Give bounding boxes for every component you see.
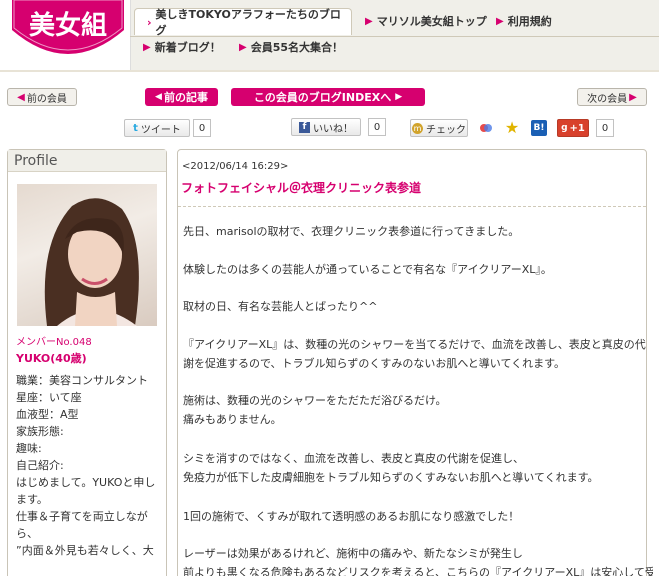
next-member-label: 次の会員 [587, 93, 628, 105]
article-paragraph: 先日、marisolの取材で、衣理クリニック表参道に行ってきました。 [183, 225, 520, 238]
member-name[interactable]: YUKO(40歳) [16, 350, 158, 367]
arrow-icon: ▶ [239, 41, 247, 53]
prev-article-label: 前の記事 [163, 91, 208, 104]
twitter-icon: t [133, 122, 138, 134]
profile-line: 星座：いて座 [16, 391, 82, 404]
like-label: いいね！ [313, 123, 353, 135]
profile-line: ”内面＆外見も若々しく、大 [16, 544, 154, 557]
nav-link-terms[interactable]: ▶ 利用規約 [496, 11, 552, 31]
article-title[interactable]: フォトフェイシャル＠衣理クリニック表参道 [181, 179, 421, 196]
article-date: <2012/06/14 16:29> [182, 161, 289, 172]
avatar [17, 184, 157, 326]
article-divider [178, 206, 646, 207]
nav-link-members[interactable]: ▶ 会員55名大集合！ [239, 37, 343, 57]
profile-line: 職業：美容コンサルタント [16, 374, 148, 387]
facebook-icon: f [299, 121, 310, 133]
article-paragraph: レーザーは効果があるけれど、施術中の痛みや、新たなシミが発生し [183, 547, 523, 560]
arrow-icon: ▶ [365, 15, 373, 27]
profile-line: ら、 [16, 527, 38, 540]
article-paragraph: 施術は、数種の光のシャワーをただただ浴びるだけ。 [183, 394, 447, 407]
profile-line: 自己紹介: [16, 459, 64, 472]
tweet-button[interactable]: t ツイート [124, 119, 190, 137]
nav-terms-label: 利用規約 [507, 15, 552, 28]
profile-line: 血液型：A型 [16, 408, 79, 421]
article-paragraph: 取材の日、有名な芸能人とばったり^^ [183, 300, 378, 313]
article-paragraph: 免疫力が低下した皮膚細胞をトラブル知らずのくすみないお肌へと導いてくれます。 [183, 471, 599, 484]
profile-line: 仕事＆子育てを両立しなが [16, 510, 148, 523]
triangle-right-icon: ▶ [629, 91, 637, 103]
article-paragraph: 前よりも黒くなる危険もあるなどリスクを考えると、こちらの『アイクリアーXL』は安… [183, 566, 653, 576]
hatena-bookmark-icon[interactable]: B! [531, 120, 547, 136]
gplus-count: 0 [596, 119, 614, 137]
check-label: チェック [426, 124, 466, 136]
triangle-right-icon: ▶ [395, 92, 403, 102]
nav-link-new-blogs[interactable]: ▶ 新着ブログ！ [143, 37, 221, 57]
facebook-like-button[interactable]: f いいね！ [291, 118, 361, 136]
mixi-icon: m [412, 122, 423, 134]
arrow-icon: ▶ [143, 41, 151, 53]
star-icon[interactable]: ★ [503, 118, 521, 137]
blog-index-button[interactable]: この会員のブログINDEXへ ▶ [231, 88, 425, 106]
mixi-check-button[interactable]: m チェック [410, 119, 468, 137]
article-paragraph: 痛みもありません。 [183, 413, 282, 426]
gplus-label: +1 [569, 122, 585, 134]
prev-member-label: 前の会員 [26, 93, 67, 105]
next-member-button[interactable]: 次の会員 ▶ [577, 88, 647, 106]
google-plus-icon: g [561, 123, 568, 133]
article-paragraph: シミを消すのではなく、血流を改善し、表皮と真皮の代謝を促進し、 [183, 452, 524, 465]
article-paragraph: 1回の施術で、くすみが取れて透明感のあるお肌になり感激でした！ [183, 510, 520, 523]
nav-new-label: 新着ブログ！ [154, 41, 221, 54]
site-logo[interactable]: 美女組 [8, 0, 128, 64]
header-divider [0, 70, 659, 72]
profile-line: ます。 [16, 493, 48, 506]
chevron-right-icon: › [147, 15, 152, 29]
nav-link-top[interactable]: ▶ マリソル美女組トップ [365, 11, 487, 31]
prev-member-button[interactable]: ◀ 前の会員 [7, 88, 77, 106]
triangle-left-icon: ◀ [155, 92, 162, 102]
profile-line: 趣味: [16, 442, 42, 455]
arrow-icon: ▶ [496, 15, 504, 27]
tab-blog-label: 美しきTOKYOアラフォーたちのブログ [155, 8, 341, 37]
member-number: メンバーNo.048 [16, 337, 92, 348]
tweet-label: ツイート [140, 124, 181, 136]
google-plus-button[interactable]: g +1 [557, 119, 589, 137]
tab-blog[interactable]: › 美しきTOKYOアラフォーたちのブログ [134, 8, 352, 37]
nav-top-label: マリソル美女組トップ [376, 15, 487, 28]
bookmark-clip-icon[interactable] [477, 119, 495, 137]
profile-line: 家族形態: [16, 425, 64, 438]
triangle-left-icon: ◀ [17, 91, 25, 103]
profile-line: はじめまして。YUKOと申し [16, 476, 156, 489]
logo-text: 美女組 [29, 10, 107, 41]
tweet-count: 0 [193, 119, 211, 137]
like-count: 0 [368, 118, 386, 136]
prev-article-button[interactable]: ◀ 前の記事 [145, 88, 218, 106]
blog-index-label: この会員のブログINDEXへ [253, 91, 392, 104]
nav-members-label: 会員55名大集合！ [250, 41, 344, 54]
article-paragraph: 『アイクリアーXL』は、数種の光のシャワーを当てるだけで、血流を改善し、表皮と真… [183, 338, 646, 351]
article-paragraph: 謝を促進するので、トラブル知らずのくすみのないお肌へと導いてくれます。 [183, 357, 566, 370]
profile-heading: Profile [8, 150, 166, 172]
article-paragraph: 体験したのは多くの芸能人が通っていることで有名な『アイクリアーXL』。 [183, 263, 552, 276]
